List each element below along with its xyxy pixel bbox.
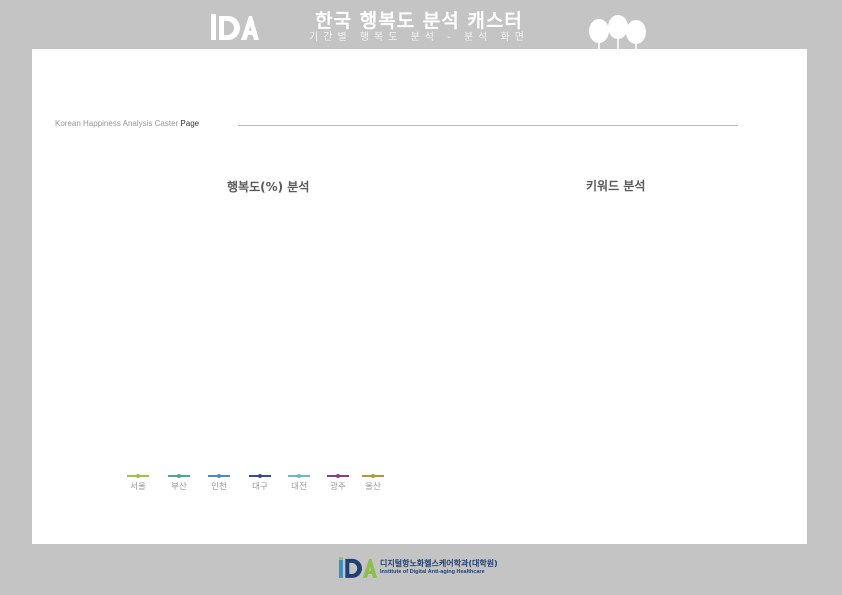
page-label: Korean Happiness Analysis Caster Page [55, 119, 199, 128]
main-panel: Korean Happiness Analysis Caster Page 행복… [32, 49, 807, 544]
legend-item-ulsan[interactable]: 울산 [360, 473, 386, 492]
legend-label: 울산 [365, 482, 381, 492]
legend-marker [208, 473, 230, 479]
legend-item-daejeon[interactable]: 대전 [286, 473, 312, 492]
legend-label: 부산 [171, 482, 187, 492]
legend-item-seoul[interactable]: 서울 [125, 473, 151, 492]
legend-marker [168, 473, 190, 479]
legend-item-gwangju[interactable]: 광주 [325, 473, 351, 492]
app-subtitle: 기간별 행복도 분석 - 분석 화면 [309, 32, 529, 43]
legend-item-busan[interactable]: 부산 [166, 473, 192, 492]
legend-marker [288, 473, 310, 479]
legend-item-daegu[interactable]: 대구 [247, 473, 273, 492]
legend-marker [362, 473, 384, 479]
footer-name-ko: 디지털항노화헬스케어학과(대학원) [380, 559, 498, 568]
footer-institute: 디지털항노화헬스케어학과(대학원) Institute of Digital A… [380, 559, 498, 577]
keyword-analysis-title: 키워드 분석 [586, 179, 646, 193]
legend-label: 대전 [291, 482, 307, 492]
app-header: 한국 행복도 분석 캐스터 기간별 행복도 분석 - 분석 화면 [300, 10, 538, 44]
legend-label: 인천 [211, 482, 227, 492]
divider-line [238, 125, 738, 126]
ida-logo [211, 14, 259, 40]
legend-marker [127, 473, 149, 479]
balloons-icon [589, 15, 646, 49]
legend-label: 광주 [330, 482, 346, 492]
legend-marker [327, 473, 349, 479]
legend-item-incheon[interactable]: 인천 [206, 473, 232, 492]
legend-label: 서울 [130, 482, 146, 492]
page-label-prefix: Korean Happiness Analysis Caster [55, 119, 181, 128]
happiness-analysis-title: 행복도(%) 분석 [227, 180, 310, 194]
legend-marker [249, 473, 271, 479]
legend-label: 대구 [252, 482, 268, 492]
footer-name-en: Institute of Digital Anti-aging Healthca… [380, 569, 485, 575]
page-label-suffix: Page [180, 119, 200, 128]
app-title: 한국 행복도 분석 캐스터 [315, 10, 523, 32]
footer-ida-logo [339, 557, 377, 578]
